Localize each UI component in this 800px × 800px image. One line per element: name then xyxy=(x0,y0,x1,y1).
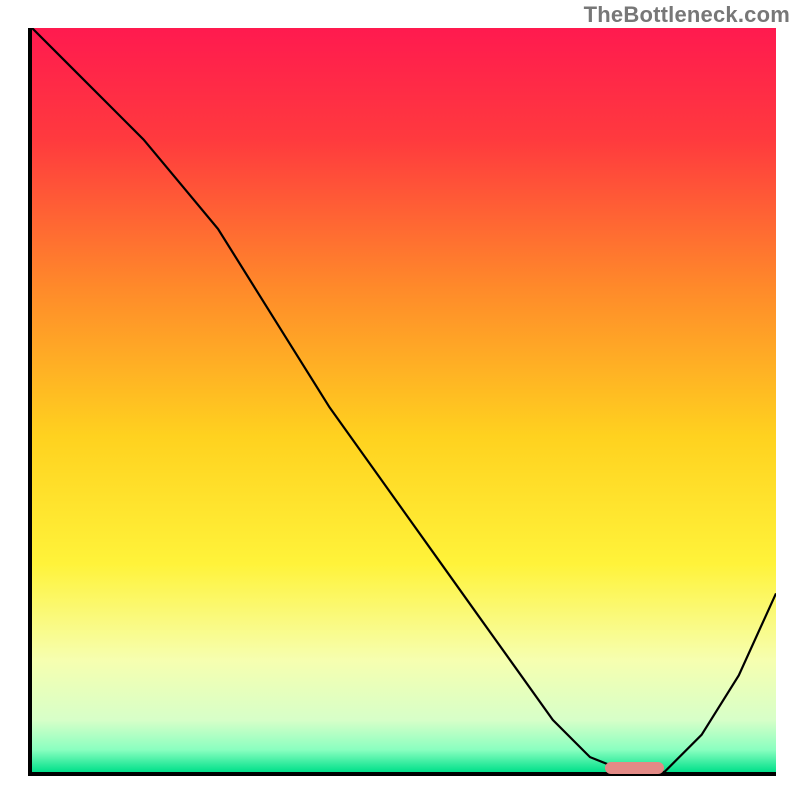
watermark-text: TheBottleneck.com xyxy=(584,2,790,28)
bottleneck-curve xyxy=(32,28,776,772)
optimal-range-marker xyxy=(605,762,665,774)
chart-container: TheBottleneck.com xyxy=(0,0,800,800)
plot-area xyxy=(28,28,776,776)
